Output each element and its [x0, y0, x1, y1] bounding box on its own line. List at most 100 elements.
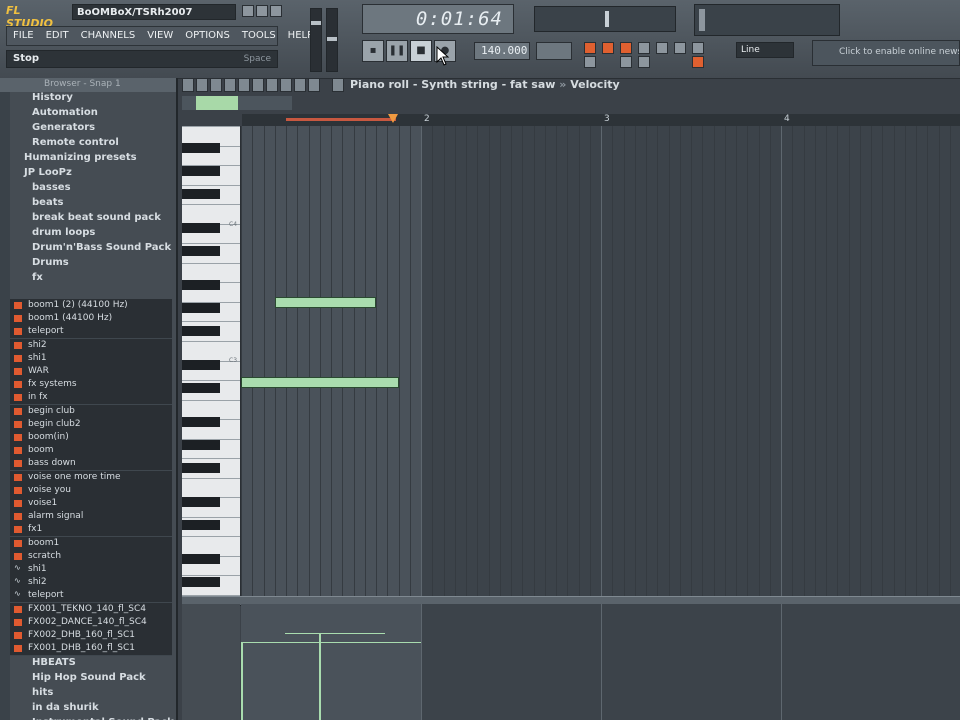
browser-file[interactable]: FX002_DHB_160_fl_SC1 [10, 629, 172, 643]
typing-keyboard-icon[interactable] [584, 56, 596, 68]
white-key[interactable] [182, 380, 240, 382]
white-key[interactable] [182, 399, 240, 401]
white-key[interactable] [182, 536, 240, 538]
browser-folder[interactable]: Humanizing presets [24, 152, 137, 163]
browser-file[interactable]: boom1 (44100 Hz) [10, 312, 172, 327]
piano-roll-snap-icon[interactable] [332, 78, 344, 92]
piano-keyboard-icon[interactable] [620, 56, 632, 68]
slice-icon[interactable] [266, 78, 278, 92]
browser-file[interactable]: boom1 [10, 536, 172, 551]
white-key[interactable] [182, 184, 240, 186]
browser-file[interactable]: fx systems [10, 378, 172, 393]
black-key[interactable] [182, 417, 220, 427]
black-key[interactable] [182, 303, 220, 313]
browser-folder[interactable]: drum loops [32, 227, 95, 238]
online-news-bar[interactable]: Click to enable online news [812, 40, 960, 66]
black-key[interactable] [182, 519, 220, 530]
browser-file[interactable]: ∿ shi2 [10, 576, 172, 591]
browser-file[interactable]: teleport [10, 325, 172, 340]
black-key[interactable] [182, 246, 220, 256]
browser-file[interactable]: begin club2 [10, 417, 172, 432]
select-icon[interactable] [280, 78, 292, 92]
pencil-icon[interactable] [210, 78, 222, 92]
midi-icon[interactable] [674, 42, 686, 54]
browser-file[interactable]: ∿ teleport [10, 589, 172, 604]
menu-arrow-icon[interactable] [182, 78, 194, 92]
delete-icon[interactable] [238, 78, 250, 92]
menu-tools[interactable]: TOOLS [236, 27, 282, 44]
browser-file[interactable]: alarm signal [10, 510, 172, 525]
browser-folder[interactable]: break beat sound pack [32, 212, 161, 223]
velocity-handle[interactable] [241, 641, 243, 720]
browser-file[interactable]: voise you [10, 483, 172, 498]
black-key[interactable] [182, 223, 220, 234]
black-key[interactable] [182, 439, 220, 450]
white-key[interactable] [182, 516, 240, 518]
snap-selector[interactable]: Line [736, 42, 794, 58]
browser-file[interactable]: FX001_TEKNO_140_fl_SC4 [10, 602, 172, 617]
browser-folder[interactable]: JP LooPz [24, 167, 72, 178]
step-edit-icon[interactable] [638, 42, 650, 54]
browser-file[interactable]: boom [10, 444, 172, 459]
pattern-song-toggle[interactable]: ▪ [362, 40, 384, 62]
pitch-knob[interactable] [327, 37, 337, 41]
tempo-display[interactable]: 140.000 [474, 42, 530, 60]
black-key[interactable] [182, 280, 220, 291]
browser-folder[interactable]: Generators [32, 122, 95, 133]
browser-folder[interactable]: in da shurik [32, 702, 99, 713]
zoom-icon[interactable] [294, 78, 306, 92]
black-key[interactable] [182, 382, 220, 393]
black-key[interactable] [182, 189, 220, 199]
minimize-button[interactable] [242, 5, 254, 17]
pattern-selector[interactable] [536, 42, 572, 60]
piano-roll-scroll-strip[interactable] [182, 96, 292, 110]
browser-file[interactable]: FX002_DANCE_140_fl_SC4 [10, 615, 172, 630]
wait-icon[interactable] [638, 56, 650, 68]
white-key[interactable] [182, 204, 240, 206]
browser-scrollbar[interactable] [0, 92, 10, 720]
browser-folder[interactable]: basses [32, 182, 71, 193]
mute-icon[interactable] [252, 78, 264, 92]
browser-folder[interactable]: Remote control [32, 137, 119, 148]
menu-view[interactable]: VIEW [141, 27, 179, 44]
browser-file[interactable]: voise1 [10, 497, 172, 511]
browser-file[interactable]: scratch [10, 549, 172, 564]
white-key[interactable] [182, 243, 240, 245]
note-grid[interactable] [241, 126, 960, 596]
browser-folder[interactable]: HBEATS [32, 657, 76, 668]
record-mode-icon[interactable] [692, 56, 704, 68]
browser-folder[interactable]: Automation [32, 107, 98, 118]
master-volume-slider[interactable] [310, 8, 322, 72]
metronome-icon[interactable] [584, 42, 596, 54]
browser-file[interactable]: voise one more time [10, 470, 172, 485]
volume-knob[interactable] [311, 21, 321, 25]
white-key[interactable] [182, 126, 240, 127]
piano-roll-note[interactable] [274, 297, 376, 308]
browser-file[interactable]: begin club [10, 404, 172, 419]
white-key[interactable] [182, 262, 240, 264]
browser-file[interactable]: bass down [10, 457, 172, 472]
piano-roll-note[interactable] [241, 376, 399, 388]
menu-channels[interactable]: CHANNELS [75, 27, 142, 44]
white-key[interactable] [182, 458, 240, 460]
paint-icon[interactable] [224, 78, 236, 92]
white-key[interactable] [182, 340, 240, 342]
browser-folder[interactable]: Drum'n'Bass Sound Pack [32, 242, 171, 253]
menu-file[interactable]: FILE [7, 27, 40, 44]
menu-edit[interactable]: EDIT [40, 27, 75, 44]
white-key[interactable] [182, 477, 240, 479]
master-pitch-slider[interactable] [326, 8, 338, 72]
wait-input-icon[interactable] [602, 42, 614, 54]
black-key[interactable] [182, 496, 220, 507]
countdown-icon[interactable] [620, 42, 632, 54]
close-button[interactable] [270, 5, 282, 17]
browser-folder[interactable]: hits [32, 687, 53, 698]
magnet-icon[interactable] [196, 78, 208, 92]
piano-keyboard[interactable]: C4 C3 [182, 126, 241, 596]
browser-file[interactable]: ∿ shi1 [10, 563, 172, 577]
song-position-display[interactable]: 0:01:64 [362, 4, 514, 34]
menu-options[interactable]: OPTIONS [179, 27, 236, 44]
browser-folder[interactable]: Drums [32, 257, 69, 268]
horizontal-scroll-thumb[interactable] [196, 96, 238, 110]
browser-folder[interactable]: beats [32, 197, 63, 208]
